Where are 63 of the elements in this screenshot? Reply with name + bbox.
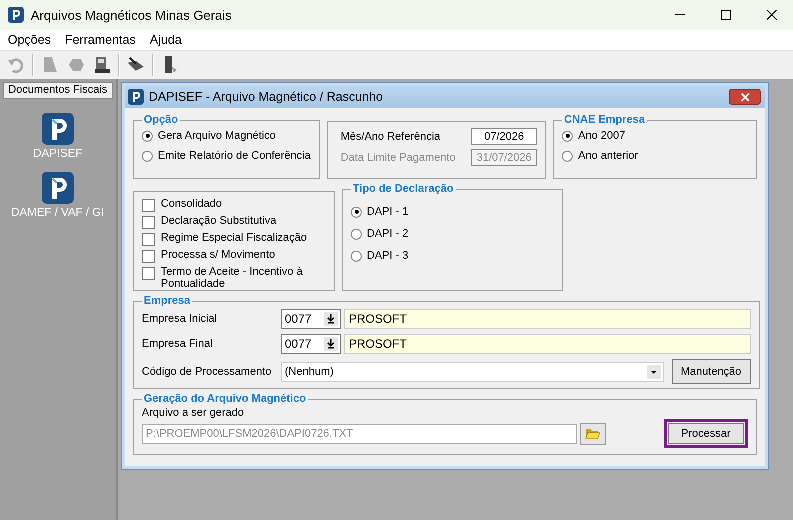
radio-label: DAPI - 3 — [367, 250, 409, 262]
checkbox-label: Consolidado — [161, 198, 222, 210]
radio-button[interactable] — [142, 130, 153, 142]
radio-button[interactable] — [351, 206, 362, 218]
maximize-icon[interactable] — [721, 10, 731, 20]
company-name-field[interactable]: PROSOFT — [344, 334, 751, 354]
radio-button[interactable] — [562, 150, 574, 162]
group-title: Opção — [143, 114, 180, 126]
close-button[interactable] — [729, 89, 761, 105]
radio-label: DAPI - 1 — [367, 206, 409, 218]
field-label: Código de Processamento — [142, 366, 273, 378]
folder-icon[interactable] — [585, 426, 601, 440]
open-folder-button[interactable] — [580, 422, 606, 444]
processar-button[interactable]: Processar — [668, 423, 744, 444]
menu-item[interactable]: Ferramentas — [65, 33, 136, 47]
radio-label: Ano 2007 — [578, 130, 626, 142]
date-field[interactable]: 07/2026 — [471, 128, 538, 145]
menu-item[interactable]: Ajuda — [150, 33, 182, 47]
radio-label: Gera Arquivo Magnético — [158, 130, 276, 142]
checkbox-label: Termo de Aceite - Incentivo à Pontualidade — [161, 266, 304, 290]
field-label: Empresa Final — [142, 338, 214, 350]
checkbox[interactable] — [142, 216, 155, 229]
lookup-icon[interactable] — [324, 312, 338, 326]
app-logo-icon — [128, 89, 144, 105]
checkbox[interactable] — [142, 233, 155, 246]
checkbox[interactable] — [142, 199, 155, 212]
checkbox[interactable] — [142, 267, 155, 280]
checkbox-label: Regime Especial Fiscalização — [161, 232, 308, 244]
app-logo-icon — [8, 7, 24, 23]
manutencao-button[interactable]: Manutenção — [672, 359, 751, 384]
sidebar-header[interactable]: Documentos Fiscais — [3, 82, 113, 99]
company-name-field[interactable]: PROSOFT — [344, 309, 751, 329]
group-title: Tipo de Declaração — [352, 183, 455, 195]
radio-button[interactable] — [351, 250, 362, 262]
group-title: Geração do Arquivo Magnético — [143, 393, 308, 405]
app-logo-icon[interactable] — [42, 172, 74, 204]
menu-item[interactable]: Opções — [8, 33, 52, 47]
radio-label: DAPI - 2 — [367, 228, 409, 240]
radio-button[interactable] — [562, 130, 574, 142]
checkbox-label: Declaração Substitutiva — [161, 215, 277, 227]
lookup-icon[interactable] — [324, 337, 338, 351]
radio-label: Ano anterior — [578, 150, 638, 162]
checkbox-label: Processa s/ Movimento — [161, 249, 276, 261]
group-title: CNAE Empresa — [563, 114, 646, 126]
field-label: Mês/Ano Referência — [340, 130, 441, 142]
dropdown-icon[interactable] — [647, 364, 661, 378]
field-label: Arquivo a ser gerado — [142, 407, 246, 419]
file-path-field[interactable]: P:\PROEMP00\LFSM2026\DAPI0726.TXT — [142, 424, 577, 444]
group-title: Empresa — [143, 295, 192, 307]
radio-button[interactable] — [351, 228, 362, 240]
window-title: Arquivos Magnéticos Minas Gerais — [31, 8, 233, 22]
dialog-title: DAPISEF - Arquivo Magnético / Rascunho — [149, 90, 384, 104]
field-label: Data Limite Pagamento — [340, 152, 456, 164]
radio-button[interactable] — [142, 150, 153, 162]
radio-label: Emite Relatório de Conferência — [158, 150, 311, 162]
code-field[interactable]: 0077 — [281, 334, 341, 354]
processing-code-dropdown[interactable]: (Nenhum) — [281, 362, 664, 382]
close-icon[interactable] — [767, 10, 777, 20]
checkbox[interactable] — [142, 250, 155, 263]
code-field[interactable]: 0077 — [281, 309, 341, 329]
machine-icon[interactable] — [92, 55, 112, 75]
field-label: Empresa Inicial — [142, 313, 218, 325]
app-logo-icon[interactable] — [42, 113, 74, 145]
